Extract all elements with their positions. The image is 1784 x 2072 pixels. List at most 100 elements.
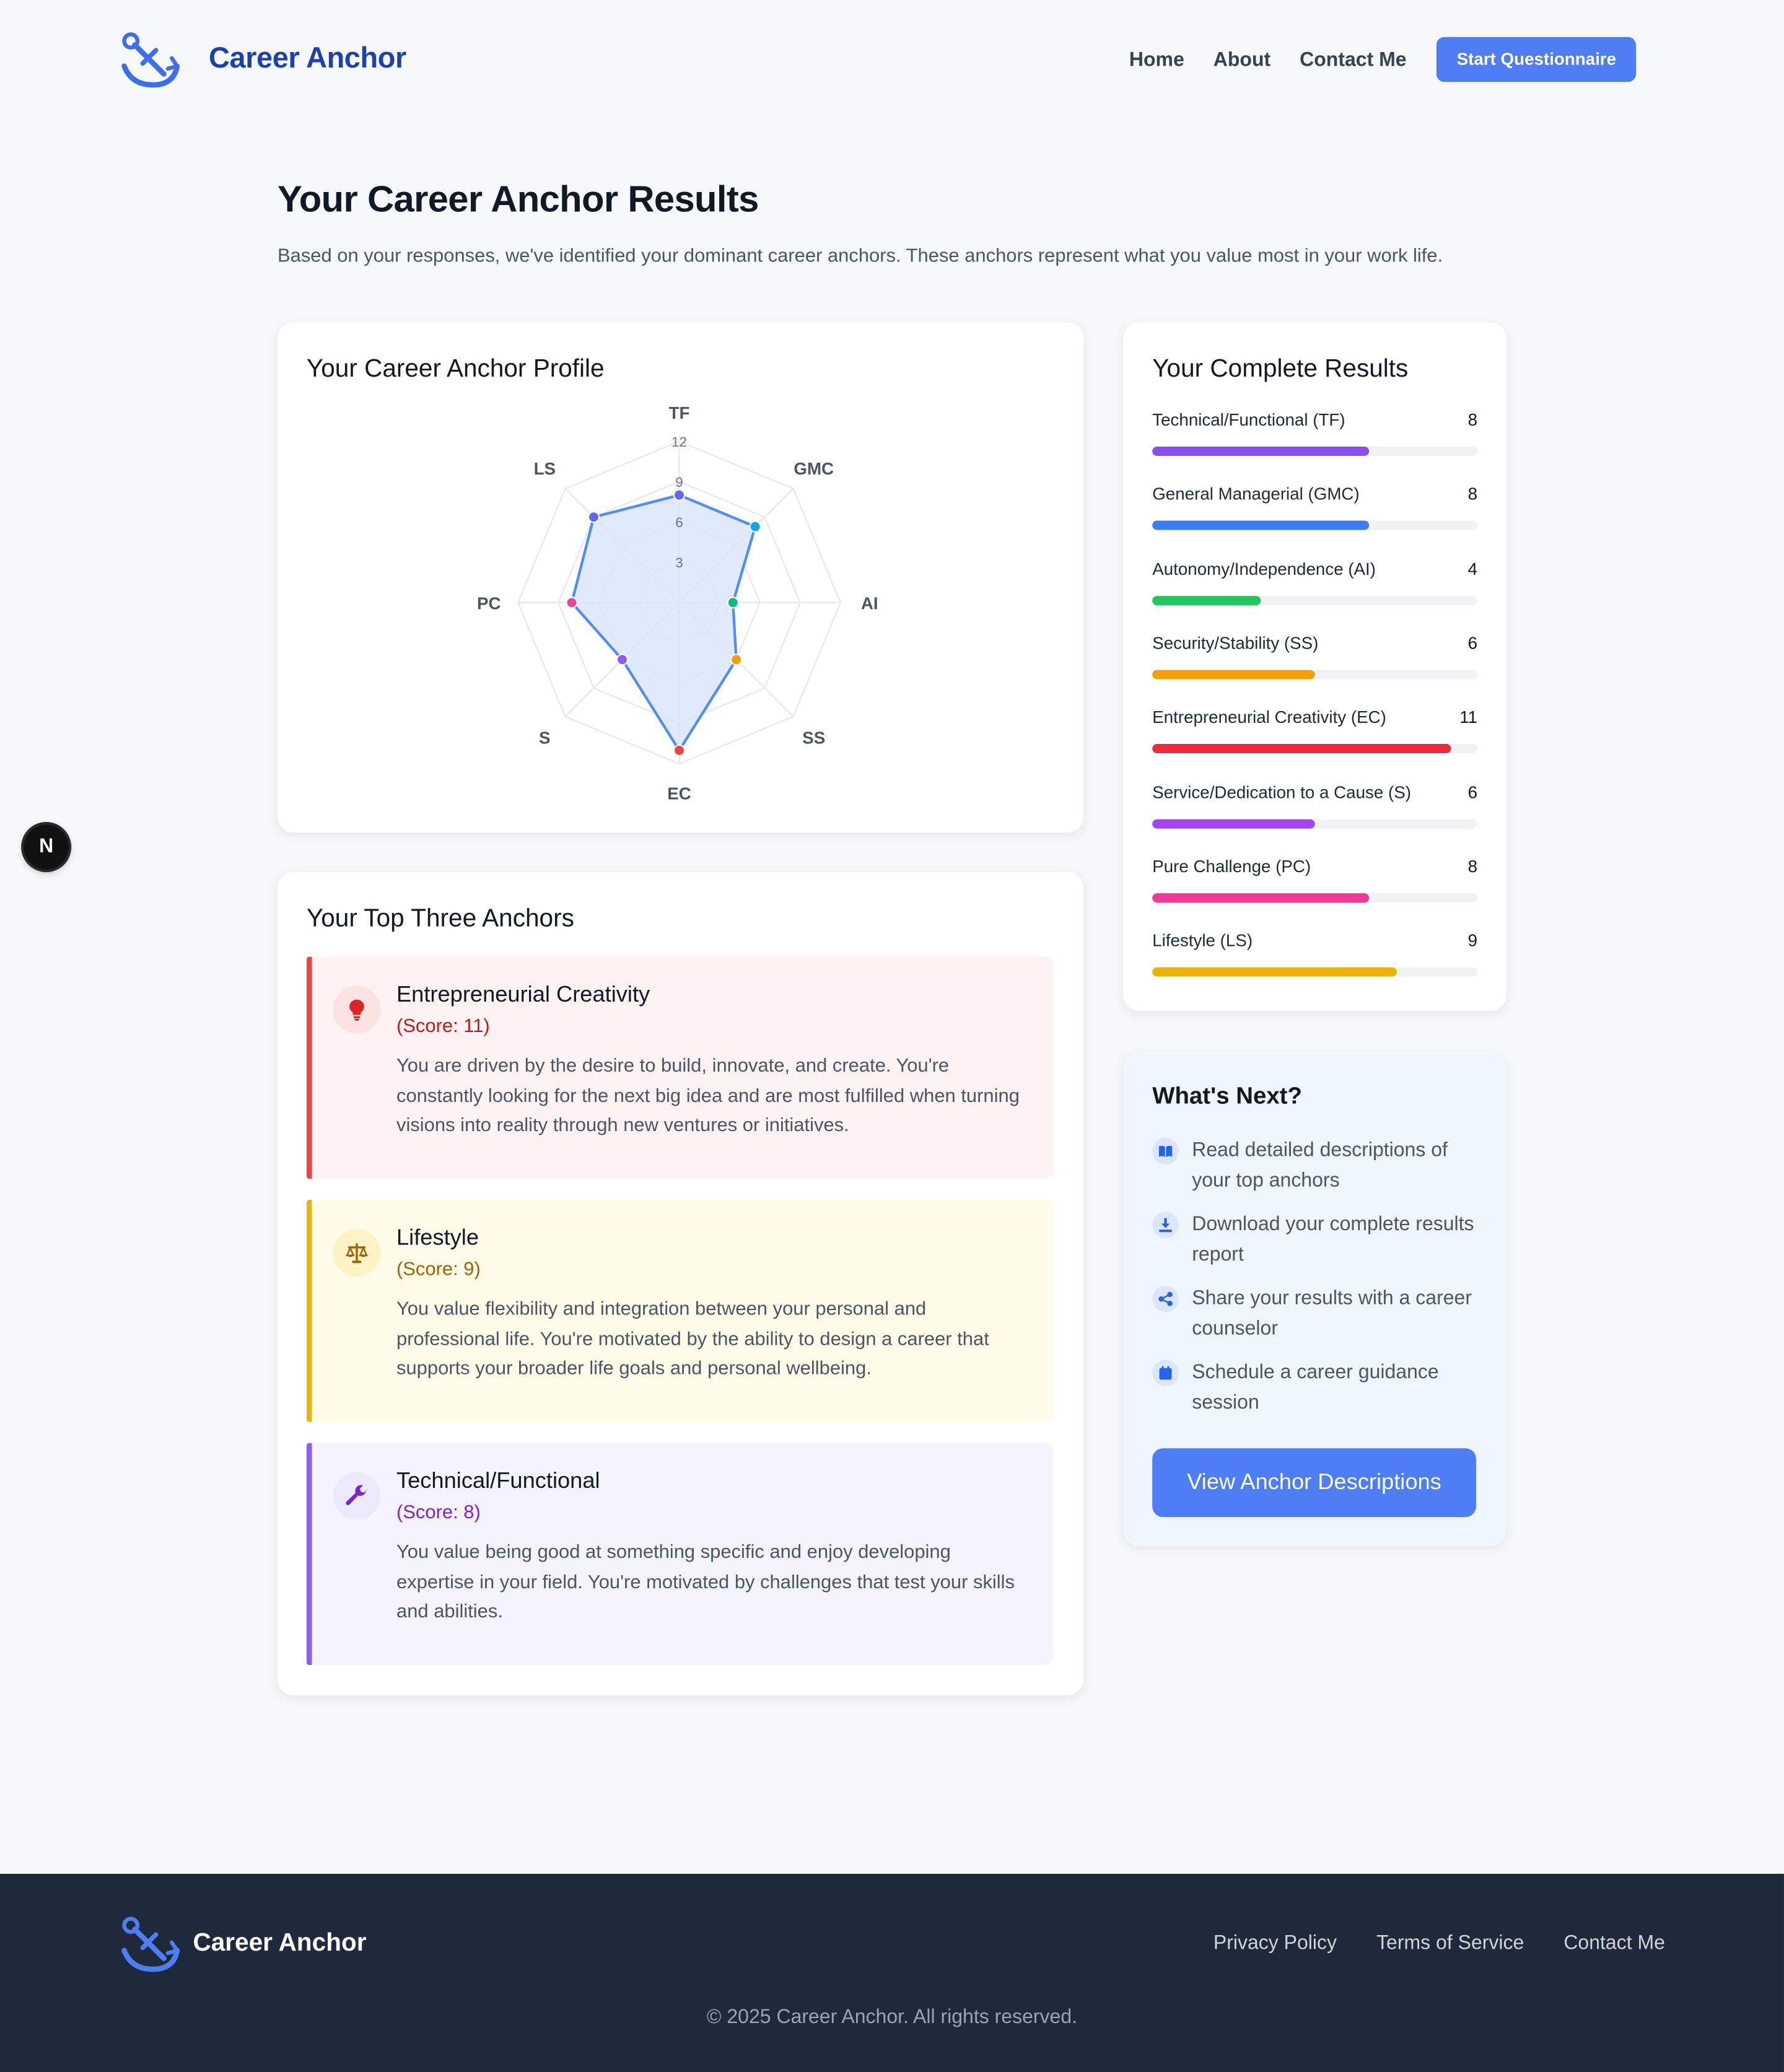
- result-label: Autonomy/Independence (AI): [1152, 558, 1376, 579]
- page-subtitle: Based on your responses, we've identifie…: [277, 245, 1443, 267]
- result-bar-track: [1152, 447, 1478, 456]
- whats-next-card: What's Next? Read detailed descriptions …: [1123, 1052, 1506, 1546]
- next-item-text: Schedule a career guidance session: [1192, 1361, 1439, 1414]
- result-bar-fill: [1152, 893, 1370, 903]
- view-anchor-descriptions-button[interactable]: View Anchor Descriptions: [1152, 1448, 1476, 1518]
- result-bar-track: [1152, 670, 1478, 680]
- result-bar-track: [1152, 521, 1478, 531]
- anchor-score: (Score: 9): [396, 1259, 481, 1281]
- radar-point-tf[interactable]: [673, 489, 686, 501]
- results-title: Your Complete Results: [1152, 355, 1409, 383]
- radar-tick-label: 6: [675, 515, 683, 530]
- anchor-logo-icon: [121, 1917, 180, 1972]
- start-questionnaire-button[interactable]: Start Questionnaire: [1436, 37, 1637, 82]
- radar-point-s[interactable]: [616, 654, 629, 666]
- anchor-description: You value flexibility and integration be…: [396, 1299, 989, 1380]
- result-bar-track: [1152, 595, 1478, 605]
- result-label: Security/Stability (SS): [1152, 632, 1319, 653]
- anchor-name: Technical/Functional: [396, 1468, 600, 1493]
- profile-card: Your Career Anchor Profile 3 6 9 12 TF GMC AI S…: [277, 322, 1084, 833]
- result-label: General Managerial (GMC): [1152, 484, 1360, 504]
- radar-series-area: [570, 494, 757, 753]
- result-value: 6: [1467, 632, 1478, 653]
- anchor-accent-bar: [306, 1200, 312, 1422]
- radar-tick-label: 3: [675, 555, 683, 570]
- main-nav: Home About Contact Me Start Questionnair…: [1129, 37, 1665, 82]
- anchor-score: (Score: 8): [396, 1502, 481, 1524]
- result-bar-fill: [1152, 447, 1370, 456]
- result-bar-track: [1152, 744, 1478, 754]
- result-value: 8: [1467, 409, 1478, 430]
- radar-axis-label-ls: LS: [534, 459, 556, 478]
- anchor-accent-bar: [306, 1443, 312, 1665]
- nextjs-dev-badge[interactable]: N: [24, 824, 69, 870]
- top-anchors-card: Your Top Three Anchors Entrepreneurial C…: [277, 872, 1084, 1696]
- next-item-text: Share your results with a career counsel…: [1192, 1287, 1472, 1340]
- footer-links: Privacy Policy Terms of Service Contact …: [1174, 1932, 1665, 1954]
- radar-chart: 3 6 9 12 TF GMC AI SS EC S PC LS: [477, 403, 878, 803]
- anchor-accent-bar: [306, 956, 312, 1179]
- book-icon: [1152, 1137, 1179, 1165]
- anchor-name: Entrepreneurial Creativity: [396, 982, 650, 1007]
- radar-point-ls[interactable]: [587, 511, 600, 523]
- result-value: 4: [1467, 558, 1478, 579]
- next-item-text: Read detailed descriptions of your top a…: [1192, 1139, 1448, 1192]
- result-bar-track: [1152, 818, 1478, 828]
- result-bar-fill: [1152, 818, 1315, 828]
- anchor-description: You are driven by the desire to build, i…: [396, 1056, 1020, 1137]
- result-bar-fill: [1152, 521, 1370, 531]
- calendar-icon: [1152, 1360, 1179, 1386]
- wrench-icon: [333, 1472, 381, 1520]
- nav-contact-link[interactable]: Contact Me: [1300, 48, 1406, 71]
- page-title: Your Career Anchor Results: [277, 178, 759, 220]
- result-bar-fill: [1152, 744, 1451, 754]
- anchor-card-entrepreneurial: Entrepreneurial Creativity (Score: 11) Y…: [306, 956, 1054, 1179]
- radar-axis-label-ec: EC: [667, 784, 691, 803]
- result-bar-fill: [1152, 670, 1315, 680]
- radar-axis-label-ss: SS: [802, 728, 825, 748]
- radar-axis-label-s: S: [539, 728, 551, 748]
- terms-of-service-link[interactable]: Terms of Service: [1376, 1932, 1524, 1954]
- lightbulb-icon: [333, 986, 381, 1034]
- whats-next-title: What's Next?: [1152, 1082, 1302, 1109]
- radar-axis-label-gmc: GMC: [794, 459, 834, 478]
- result-value: 8: [1467, 484, 1478, 504]
- radar-point-ss[interactable]: [730, 654, 743, 666]
- result-value: 11: [1459, 707, 1478, 727]
- anchor-logo-icon[interactable]: [119, 29, 180, 90]
- footer-brand: Career Anchor: [193, 1929, 367, 1957]
- radar-point-pc[interactable]: [566, 597, 578, 609]
- result-value: 6: [1467, 781, 1478, 802]
- copyright-text: © 2025 Career Anchor. All rights reserve…: [706, 2006, 1078, 2029]
- site-footer: Career Anchor Privacy Policy Terms of Se…: [0, 1874, 1784, 2072]
- anchor-score: (Score: 11): [396, 1016, 490, 1038]
- top-anchors-title: Your Top Three Anchors: [306, 905, 574, 933]
- share-icon: [1152, 1285, 1179, 1313]
- footer-contact-link[interactable]: Contact Me: [1563, 1932, 1665, 1954]
- result-label: Lifestyle (LS): [1152, 930, 1253, 951]
- result-bar-track: [1152, 967, 1478, 977]
- anchor-card-lifestyle: Lifestyle (Score: 9) You value flexibili…: [306, 1200, 1054, 1422]
- radar-point-ec[interactable]: [673, 744, 686, 756]
- anchor-description: You value being good at something specif…: [396, 1542, 1015, 1624]
- brand-name[interactable]: Career Anchor: [209, 41, 406, 75]
- result-label: Technical/Functional (TF): [1152, 409, 1345, 430]
- privacy-policy-link[interactable]: Privacy Policy: [1213, 1932, 1337, 1954]
- nav-home-link[interactable]: Home: [1129, 48, 1184, 71]
- radar-axis-label-ai: AI: [861, 593, 878, 613]
- result-value: 9: [1467, 930, 1478, 951]
- radar-tick-label: 9: [675, 474, 683, 490]
- radar-point-ai[interactable]: [727, 597, 739, 609]
- radar-tick-label: 12: [671, 434, 687, 450]
- radar-axis-label-tf: TF: [669, 403, 690, 422]
- result-label: Pure Challenge (PC): [1152, 855, 1311, 876]
- complete-results-card: Your Complete Results Technical/Function…: [1123, 322, 1506, 1011]
- anchor-name: Lifestyle: [396, 1225, 479, 1251]
- next-item-text: Download your complete results report: [1192, 1213, 1474, 1266]
- balance-scale-icon: [333, 1228, 381, 1277]
- result-bar-track: [1152, 893, 1478, 903]
- radar-point-gmc[interactable]: [749, 520, 761, 533]
- anchor-card-technical: Technical/Functional (Score: 8) You valu…: [306, 1443, 1054, 1665]
- nav-about-link[interactable]: About: [1213, 48, 1270, 71]
- result-bar-fill: [1152, 967, 1396, 977]
